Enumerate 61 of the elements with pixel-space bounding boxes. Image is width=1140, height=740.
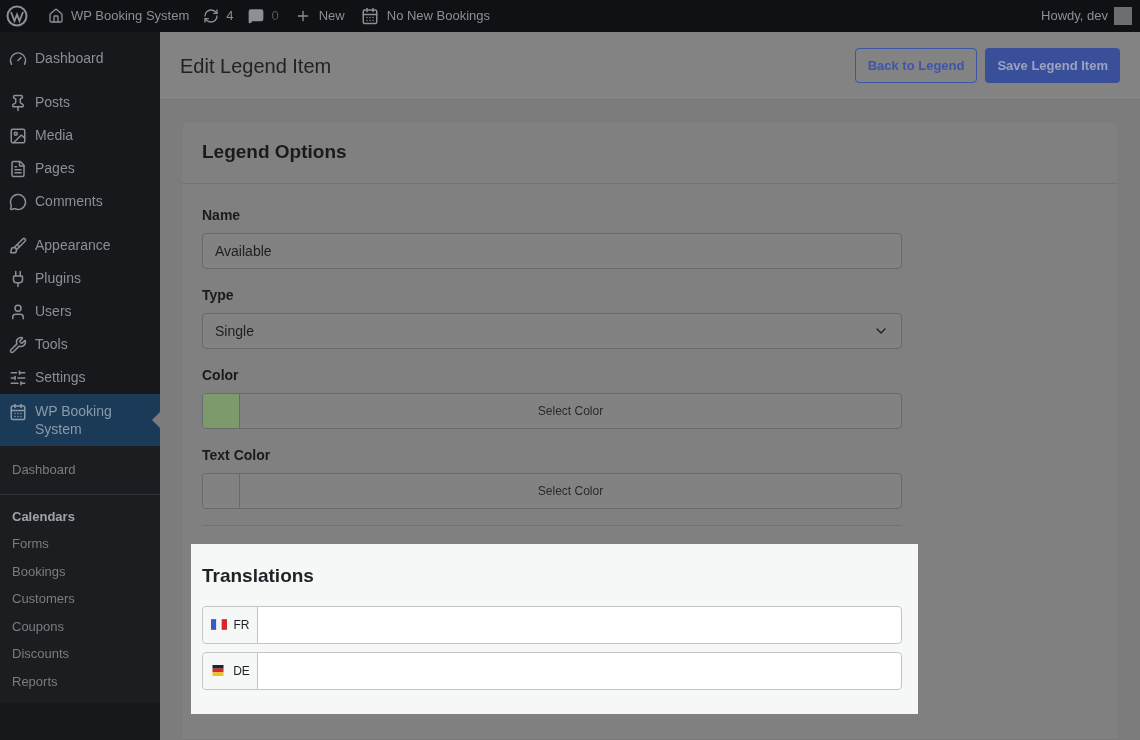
color-picker[interactable]: Select Color xyxy=(202,473,902,509)
wordpress-logo-icon[interactable] xyxy=(6,5,28,27)
sidebar-item[interactable]: Tools xyxy=(0,328,160,361)
pin-icon xyxy=(9,94,27,112)
sidebar-item[interactable]: Posts xyxy=(0,86,160,119)
select-color-button[interactable]: Select Color xyxy=(537,402,604,420)
user-icon xyxy=(9,303,27,321)
submenu-item[interactable]: Calendars xyxy=(0,502,160,530)
calendar-icon xyxy=(360,7,379,25)
brush-icon xyxy=(9,237,27,255)
field-label: Type xyxy=(202,286,234,305)
comment-icon xyxy=(9,193,27,211)
translation-field[interactable]: DE xyxy=(202,651,902,690)
page-title: Edit Legend Item xyxy=(180,53,332,79)
field-label: Color xyxy=(202,366,239,385)
sidebar-item[interactable]: Dashboard xyxy=(0,42,160,75)
sidebar-item[interactable]: Comments xyxy=(0,185,160,218)
submenu-item[interactable]: Customers xyxy=(0,585,160,613)
germany-flag-icon xyxy=(210,665,227,676)
select-color-button[interactable]: Select Color xyxy=(537,482,604,500)
sidebar-item[interactable]: Users xyxy=(0,295,160,328)
color-picker[interactable]: Select Color xyxy=(202,393,902,429)
sidebar-item[interactable]: Media xyxy=(0,119,160,152)
wrench-icon xyxy=(9,336,27,354)
translation-field[interactable]: FR xyxy=(202,605,902,644)
comment-icon xyxy=(247,8,264,24)
sidebar-item[interactable]: Appearance xyxy=(0,229,160,262)
save-button[interactable]: Save Legend Item xyxy=(985,48,1120,83)
field-label: Name xyxy=(202,206,241,225)
home-icon xyxy=(48,8,64,24)
card-title: Legend Options xyxy=(182,122,1118,184)
bookings-link[interactable]: No New Bookings xyxy=(386,6,491,26)
gauge-icon xyxy=(9,50,27,68)
submenu-item[interactable]: Dashboard xyxy=(0,456,160,484)
language-code: FR xyxy=(233,616,250,634)
updates-icon xyxy=(203,8,220,24)
site-name-link[interactable]: WP Booking System xyxy=(71,6,190,26)
france-flag-icon xyxy=(210,619,227,630)
pointer-arrow-icon xyxy=(152,412,160,428)
submenu-item[interactable]: Reports xyxy=(0,667,160,695)
greeting-link[interactable]: Howdy, dev xyxy=(1041,6,1108,26)
translations-title: Translations xyxy=(202,564,314,588)
submenu-item[interactable]: Bookings xyxy=(0,557,160,585)
calendar-icon xyxy=(9,403,27,421)
submenu-item[interactable]: Forms xyxy=(0,530,160,558)
name-field[interactable]: Available xyxy=(202,233,902,269)
submenu-item[interactable]: Coupons xyxy=(0,612,160,640)
image-icon xyxy=(9,127,27,145)
color-swatch xyxy=(203,474,240,508)
field-label: Text Color xyxy=(202,446,271,465)
type-dropdown[interactable]: Single xyxy=(202,313,902,349)
sidebar-item[interactable]: WP Booking System xyxy=(0,394,160,446)
sidebar-item[interactable]: Settings xyxy=(0,361,160,394)
updates-count[interactable]: 4 xyxy=(226,6,234,26)
page-icon xyxy=(9,160,27,178)
language-code: DE xyxy=(233,662,250,680)
submenu-item[interactable]: Discounts xyxy=(0,640,160,668)
sidebar-item[interactable]: Plugins xyxy=(0,262,160,295)
new-link[interactable]: New xyxy=(318,6,345,26)
sidebar-item[interactable]: Pages xyxy=(0,152,160,185)
sliders-icon xyxy=(9,369,27,387)
